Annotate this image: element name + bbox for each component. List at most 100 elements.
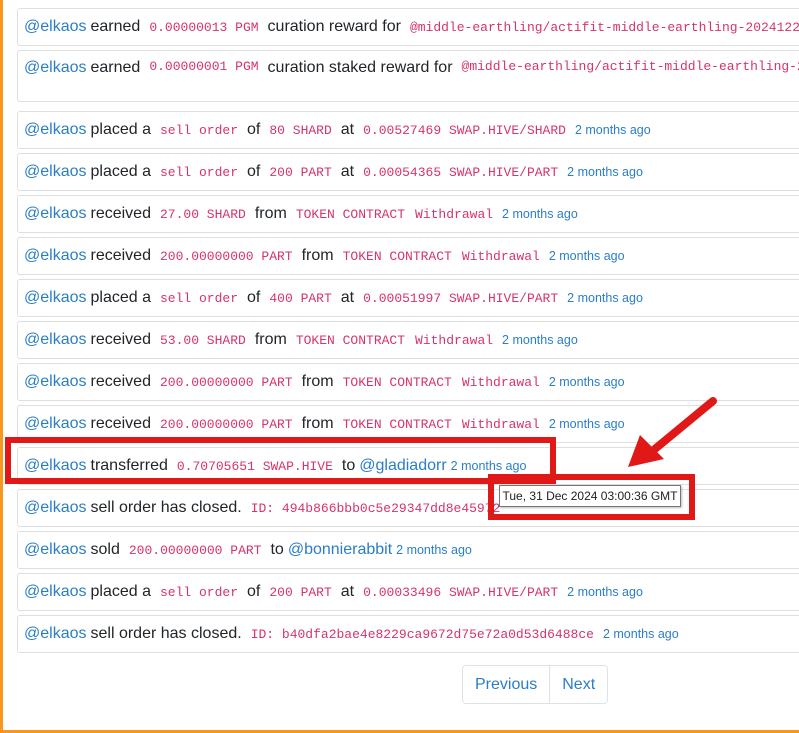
row-text: from — [254, 205, 287, 222]
row-code: 200.00000000 PART — [159, 374, 293, 390]
row-code: sell order — [160, 290, 239, 306]
next-button[interactable]: Next — [549, 666, 608, 703]
row-code: ID: 494b866bbb0c5e29347dd8e45972 — [250, 500, 501, 516]
row-code: 27.00 SHARD — [159, 206, 246, 222]
row-text: at — [340, 289, 355, 306]
row-code: Withdrawal — [461, 416, 540, 432]
user-link[interactable]: @elkaos — [24, 205, 87, 223]
row-text: at — [340, 163, 355, 180]
user-link[interactable]: @elkaos — [24, 457, 87, 475]
timestamp-link[interactable]: 2 months ago — [567, 291, 643, 305]
row-code: 80 SHARD — [269, 122, 332, 138]
row-code: 0.00527469 SWAP.HIVE/SHARD — [363, 122, 566, 138]
row-code: ID: b40dfa2bae4e8229ca9672d75e72a0d53d64… — [250, 626, 594, 642]
user-link[interactable]: @elkaos — [24, 289, 87, 307]
activity-row: @elkaos sold 200.00000000 PART to @bonnierab… — [17, 531, 799, 569]
row-text: of — [247, 163, 261, 180]
row-text: of — [247, 583, 261, 600]
row-text: transferred — [90, 457, 168, 474]
row-text: to — [270, 541, 284, 558]
timestamp-link[interactable]: 2 months ago — [451, 459, 527, 473]
row-code: sell order — [160, 164, 239, 180]
row-code: @middle-earthling/actifit-middle-earthli… — [409, 19, 799, 35]
timestamp-link[interactable]: 2 months ago — [396, 543, 472, 557]
activity-row: @elkaos placed a sell order of 200 PART at 0.0… — [17, 573, 799, 611]
user-link[interactable]: @elkaos — [24, 373, 87, 391]
activity-row: @elkaos placed a sell order of 80 SHARD at 0.0… — [17, 111, 799, 149]
row-text: curation reward for — [267, 18, 401, 35]
recipient-link[interactable]: @gladiadorr — [359, 457, 446, 475]
user-link[interactable]: @elkaos — [24, 583, 87, 601]
user-link[interactable]: @elkaos — [24, 163, 87, 181]
user-link[interactable]: @elkaos — [24, 331, 87, 349]
row-code: 0.00000001 PGM — [149, 59, 259, 74]
row-text: to — [341, 457, 356, 474]
pagination: Previous Next — [462, 665, 609, 704]
row-text: placed a — [90, 289, 152, 306]
user-link[interactable]: @elkaos — [24, 247, 87, 265]
row-text: sell order has closed. — [90, 625, 242, 642]
previous-button[interactable]: Previous — [463, 666, 550, 703]
timestamp-link[interactable]: 2 months ago — [502, 333, 578, 347]
row-code: 0.00033496 SWAP.HIVE/PART — [363, 584, 559, 600]
activity-row: @elkaos received 53.00 SHARD from TOKEN CONT… — [17, 321, 799, 359]
row-text: earned — [90, 59, 141, 76]
row-code: Withdrawal — [415, 332, 494, 348]
user-link[interactable]: @elkaos — [24, 625, 87, 643]
activity-row: @elkaos sell order has closed. ID: 494b866… — [17, 489, 799, 527]
activity-row: @elkaos placed a sell order of 400 PART at 0.0… — [17, 279, 799, 317]
row-code: TOKEN CONTRACT — [342, 248, 452, 264]
row-code: TOKEN CONTRACT — [295, 332, 406, 348]
timestamp-link[interactable]: 2 months ago — [502, 207, 578, 221]
user-link[interactable]: @elkaos — [24, 415, 87, 433]
user-link[interactable]: @elkaos — [24, 121, 87, 139]
timestamp-link[interactable]: 2 months ago — [549, 417, 625, 431]
user-link[interactable]: @elkaos — [24, 18, 87, 36]
timestamp-link[interactable]: 2 months ago — [549, 249, 625, 263]
row-code: 200.00000000 PART — [128, 542, 262, 558]
timestamp-link[interactable]: 2 months ago — [549, 375, 625, 389]
row-code: 200 PART — [269, 584, 332, 600]
activity-row: @elkaos placed a sell order of 200 PART at 0.0… — [17, 153, 799, 191]
row-text: received — [90, 373, 151, 390]
row-text: received — [90, 247, 151, 264]
row-code: 0.00000013 PGM — [149, 19, 259, 35]
row-code: TOKEN CONTRACT — [295, 206, 406, 222]
row-text: from — [301, 247, 334, 264]
timestamp-link[interactable]: 2 months ago — [567, 165, 643, 179]
row-text: placed a — [90, 121, 152, 138]
row-text: placed a — [90, 583, 152, 600]
user-link[interactable]: @elkaos — [24, 541, 87, 559]
row-text: sold — [90, 541, 120, 558]
activity-row: @elkaos earned 0.00000001 PGM curation stak… — [17, 50, 799, 102]
row-text: at — [340, 121, 355, 138]
timestamp-link[interactable]: 2 months ago — [567, 585, 643, 599]
row-code: Withdrawal — [461, 248, 540, 264]
timestamp-link[interactable]: 2 months ago — [603, 627, 679, 641]
row-code: Withdrawal — [415, 206, 494, 222]
row-text: placed a — [90, 163, 152, 180]
activity-row: @elkaos received 200.00000000 PART from TOKE… — [17, 237, 799, 275]
row-text: of — [247, 121, 261, 138]
arrow-icon — [628, 397, 717, 467]
user-link[interactable]: @elkaos — [24, 499, 87, 517]
row-code: Withdrawal — [461, 374, 540, 390]
activity-feed: @elkaos earned 0.00000013 PGM curation rewa… — [3, 0, 799, 730]
row-code: sell order — [160, 584, 239, 600]
activity-row: @elkaos sell order has closed. ID: b40dfa2… — [17, 615, 799, 653]
row-code: 0.00054365 SWAP.HIVE/PART — [363, 164, 559, 180]
row-code: TOKEN CONTRACT — [342, 416, 452, 432]
row-code: @middle-earthling/actifit-middle-earthli… — [461, 59, 799, 74]
row-code: sell order — [160, 122, 239, 138]
timestamp-link[interactable]: 2 months ago — [575, 123, 651, 137]
row-text: of — [247, 289, 261, 306]
activity-row: @elkaos earned 0.00000013 PGM curation rewa… — [17, 8, 799, 46]
row-code: 0.70705651 SWAP.HIVE — [176, 458, 333, 474]
row-text: received — [90, 205, 151, 222]
user-link[interactable]: @elkaos — [24, 59, 87, 77]
recipient-link[interactable]: @bonnierabbit — [288, 541, 392, 559]
activity-row: @elkaos received 27.00 SHARD from TOKEN CONT… — [17, 195, 799, 233]
row-text: from — [254, 331, 287, 348]
row-text: received — [90, 415, 151, 432]
row-code: 200 PART — [269, 164, 332, 180]
